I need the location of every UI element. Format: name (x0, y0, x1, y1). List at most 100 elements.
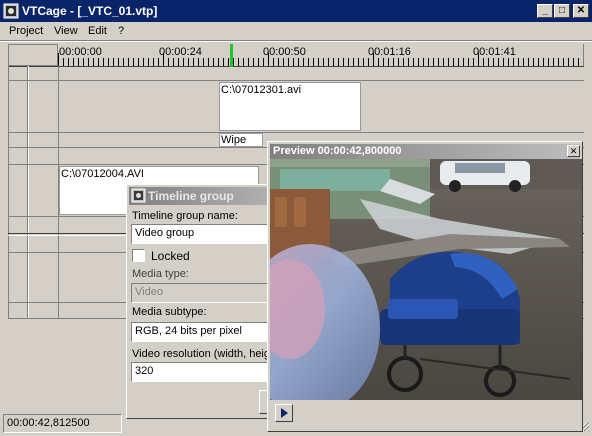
ruler-tick (318, 58, 319, 66)
ruler-tick (158, 58, 159, 66)
ruler-tick (278, 58, 279, 66)
preview-title-bar[interactable]: Preview 00:00:42,800000 ✕ (270, 144, 580, 159)
menu-separator-highlight (0, 41, 592, 42)
play-button[interactable] (275, 404, 293, 422)
ruler-tick (458, 58, 459, 66)
ruler-tick (73, 58, 74, 66)
ruler-tick (543, 58, 544, 66)
ruler-tick (378, 58, 379, 66)
ruler-tick (463, 58, 464, 66)
window-title: VTCage - [_VTC_01.vtp] (22, 4, 158, 18)
video-clip[interactable]: C:\07012301.avi (219, 82, 361, 131)
ruler-tick (493, 58, 494, 66)
ruler-tick (228, 58, 229, 66)
ruler-tick (523, 58, 524, 66)
maximize-button[interactable]: □ (554, 4, 570, 18)
ruler-tick (453, 58, 454, 66)
app-icon (3, 3, 19, 19)
ruler-tick (348, 58, 349, 66)
menu-project[interactable]: Project (9, 25, 43, 37)
ruler-tick (473, 58, 474, 66)
resolution-width-input[interactable]: 320 (131, 362, 277, 382)
ruler-tick (398, 58, 399, 66)
ruler-corner (8, 44, 58, 66)
ruler-tick (103, 58, 104, 66)
ruler-tick (358, 58, 359, 66)
ruler-end (583, 44, 592, 66)
ruler-tick (208, 58, 209, 66)
ruler-tick (98, 58, 99, 66)
ruler-tick (488, 58, 489, 66)
ruler-tick (383, 58, 384, 66)
ruler-tick (448, 58, 449, 66)
locked-checkbox[interactable] (132, 249, 145, 262)
ruler-tick (353, 58, 354, 66)
playhead-cursor[interactable] (230, 44, 233, 67)
ruler-tick (283, 58, 284, 66)
play-icon (281, 408, 288, 418)
ruler-tick (268, 53, 269, 66)
ruler-tick (68, 58, 69, 66)
media-type-label: Media type: (132, 268, 189, 280)
ruler-tick (328, 58, 329, 66)
ruler-tick (168, 58, 169, 66)
ruler-tick (233, 58, 234, 66)
group-name-label: Timeline group name: (132, 210, 238, 222)
ruler-tick (563, 58, 564, 66)
ruler-tick (438, 58, 439, 66)
ruler-tick (483, 58, 484, 66)
ruler-tick (373, 53, 374, 66)
ruler-tick (578, 58, 579, 66)
ruler-tick (183, 58, 184, 66)
close-button[interactable]: ✕ (573, 4, 589, 18)
transition-clip[interactable]: Wipe (219, 133, 263, 147)
media-subtype-field[interactable]: RGB, 24 bits per pixel (131, 322, 277, 342)
ruler-tick (293, 58, 294, 66)
ruler-tick (83, 58, 84, 66)
ruler-tick (163, 53, 164, 66)
dialog-title: Timeline group (148, 189, 234, 203)
menu-help[interactable]: ? (118, 25, 124, 37)
preview-video-frame (270, 159, 582, 400)
ruler-tick (368, 58, 369, 66)
preview-close-button[interactable]: ✕ (567, 145, 580, 157)
ruler-tick (478, 53, 479, 66)
ruler-tick (558, 58, 559, 66)
ruler-tick (363, 58, 364, 66)
ruler-tick (138, 58, 139, 66)
track-separator (8, 132, 584, 133)
track-header-border (8, 66, 9, 318)
ruler-tick (58, 53, 59, 66)
ruler-tick (423, 58, 424, 66)
ruler-tick (533, 58, 534, 66)
ruler-label: 00:01:16 (368, 46, 411, 58)
ruler-tick (568, 58, 569, 66)
ruler-tick (508, 58, 509, 66)
media-type-field: Video (131, 283, 277, 303)
ruler-tick (258, 58, 259, 66)
dialog-title-bar[interactable]: Timeline group (129, 187, 281, 205)
ruler-tick (498, 58, 499, 66)
ruler-tick (443, 58, 444, 66)
ruler-tick (203, 58, 204, 66)
track-separator (8, 80, 584, 81)
ruler-tick (343, 58, 344, 66)
ruler-tick (413, 58, 414, 66)
ruler-tick (213, 58, 214, 66)
ruler-tick (148, 58, 149, 66)
group-name-input[interactable]: Video group (131, 224, 277, 244)
locked-label[interactable]: Locked (151, 249, 190, 263)
ruler-tick (393, 58, 394, 66)
ruler-tick (263, 58, 264, 66)
ruler-tick (78, 58, 79, 66)
timeline-ruler[interactable]: 00:00:00 00:00:24 00:00:50 00:01:16 00:0… (58, 45, 584, 66)
menu-view[interactable]: View (54, 25, 78, 37)
ruler-tick (418, 58, 419, 66)
ruler-tick (298, 58, 299, 66)
ruler-label: 00:01:41 (473, 46, 516, 58)
ruler-tick (123, 58, 124, 66)
dialog-app-icon (131, 188, 146, 203)
minimize-button[interactable]: _ (537, 4, 553, 18)
menu-edit[interactable]: Edit (88, 25, 107, 37)
media-subtype-label: Media subtype: (132, 306, 207, 318)
